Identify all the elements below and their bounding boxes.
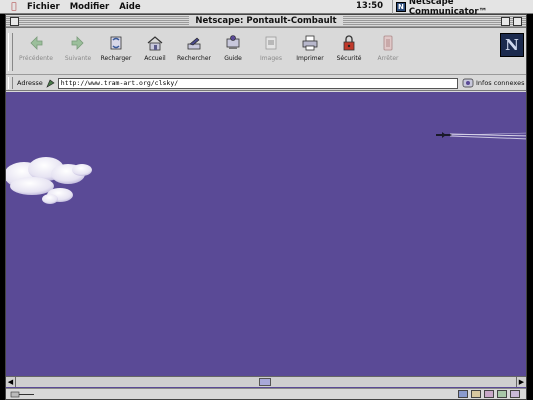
page-proxy-icon[interactable]: [46, 79, 55, 88]
page-content[interactable]: [6, 92, 526, 389]
airplane-contrail-image: [436, 132, 526, 140]
reload-button[interactable]: Recharger: [96, 32, 136, 72]
forward-button-label: Suivante: [64, 55, 92, 62]
guide-icon: [226, 35, 240, 49]
menu-modifier[interactable]: Modifier: [65, 2, 115, 12]
scroll-right-arrow-icon[interactable]: ▶: [516, 377, 526, 387]
home-button[interactable]: Accueil: [135, 32, 175, 72]
composer-component-icon[interactable]: [497, 390, 507, 398]
cloud-image: [6, 157, 92, 204]
print-button[interactable]: Imprimer: [290, 32, 330, 72]
reload-icon: [110, 36, 122, 50]
print-button-label: Imprimer: [296, 55, 324, 62]
location-bar-grip[interactable]: [8, 77, 13, 89]
location-bar: Adresse http://www.tram-art.org/clsky/ I…: [6, 76, 526, 91]
title-bar[interactable]: Netscape: Pontault-Combault: [6, 15, 526, 28]
conference-component-icon[interactable]: [510, 390, 520, 398]
window-title: Netscape: Pontault-Combault: [189, 16, 343, 26]
back-arrow-icon: [30, 36, 43, 50]
images-button-label: Images: [260, 55, 282, 62]
back-button[interactable]: Précédente: [16, 32, 56, 72]
application-menu[interactable]: N Netscape Communicator™: [392, 0, 533, 17]
netscape-app-icon: N: [396, 2, 406, 12]
news-component-icon[interactable]: [484, 390, 494, 398]
reload-button-label: Recharger: [100, 55, 132, 62]
stop-button-label: Arrêter: [377, 55, 399, 62]
menu-clock: 13:50: [356, 1, 384, 11]
collapse-box[interactable]: [513, 17, 522, 26]
close-box[interactable]: [10, 17, 19, 26]
search-icon: [187, 37, 201, 50]
address-field[interactable]: http://www.tram-art.org/clsky/: [57, 77, 458, 89]
images-icon: [265, 36, 277, 50]
security-button[interactable]: Sécurité: [329, 32, 369, 72]
address-label: Adresse: [17, 79, 43, 87]
apple-icon[interactable]: : [6, 2, 22, 12]
toolbar-grip[interactable]: [8, 33, 13, 71]
back-button-label: Précédente: [19, 55, 53, 62]
mail-component-icon[interactable]: [471, 390, 481, 398]
navigator-component-icon[interactable]: [458, 390, 468, 398]
guide-button-label: Guide: [224, 55, 242, 62]
home-button-label: Accueil: [144, 55, 166, 62]
component-bar: [458, 390, 520, 398]
netscape-logo[interactable]: N: [500, 33, 524, 57]
menu-aide[interactable]: Aide: [114, 2, 145, 12]
navigation-toolbar: Précédente Suivante Recharger Accueil Re…: [6, 29, 526, 75]
related-links-label: Infos connexes: [476, 79, 525, 87]
images-button[interactable]: Images: [251, 32, 291, 72]
stop-button[interactable]: Arrêter: [368, 32, 408, 72]
forward-arrow-icon: [71, 36, 84, 50]
menu-fichier[interactable]: Fichier: [22, 2, 65, 12]
home-icon: [147, 36, 163, 51]
menu-bar:  Fichier Modifier Aide 13:50 N Netscape…: [0, 0, 533, 17]
print-icon: [302, 35, 318, 51]
search-button-label: Rechercher: [177, 55, 211, 62]
related-links-button[interactable]: Infos connexes: [462, 78, 524, 88]
zoom-box[interactable]: [501, 17, 510, 26]
stop-icon: [383, 35, 393, 51]
horizontal-scrollbar[interactable]: ◀ ▶: [6, 376, 526, 387]
security-lock-icon: [343, 35, 355, 51]
browser-window: Netscape: Pontault-Combault Précédente S…: [5, 14, 527, 400]
scroll-left-arrow-icon[interactable]: ◀: [6, 377, 16, 387]
status-bar: [6, 388, 526, 399]
connection-status-icon[interactable]: [10, 390, 36, 399]
search-button[interactable]: Rechercher: [174, 32, 214, 72]
guide-button[interactable]: Guide: [213, 32, 253, 72]
forward-button[interactable]: Suivante: [58, 32, 98, 72]
scroll-thumb[interactable]: [259, 378, 271, 386]
related-links-icon: [462, 78, 474, 88]
security-button-label: Sécurité: [336, 55, 362, 62]
